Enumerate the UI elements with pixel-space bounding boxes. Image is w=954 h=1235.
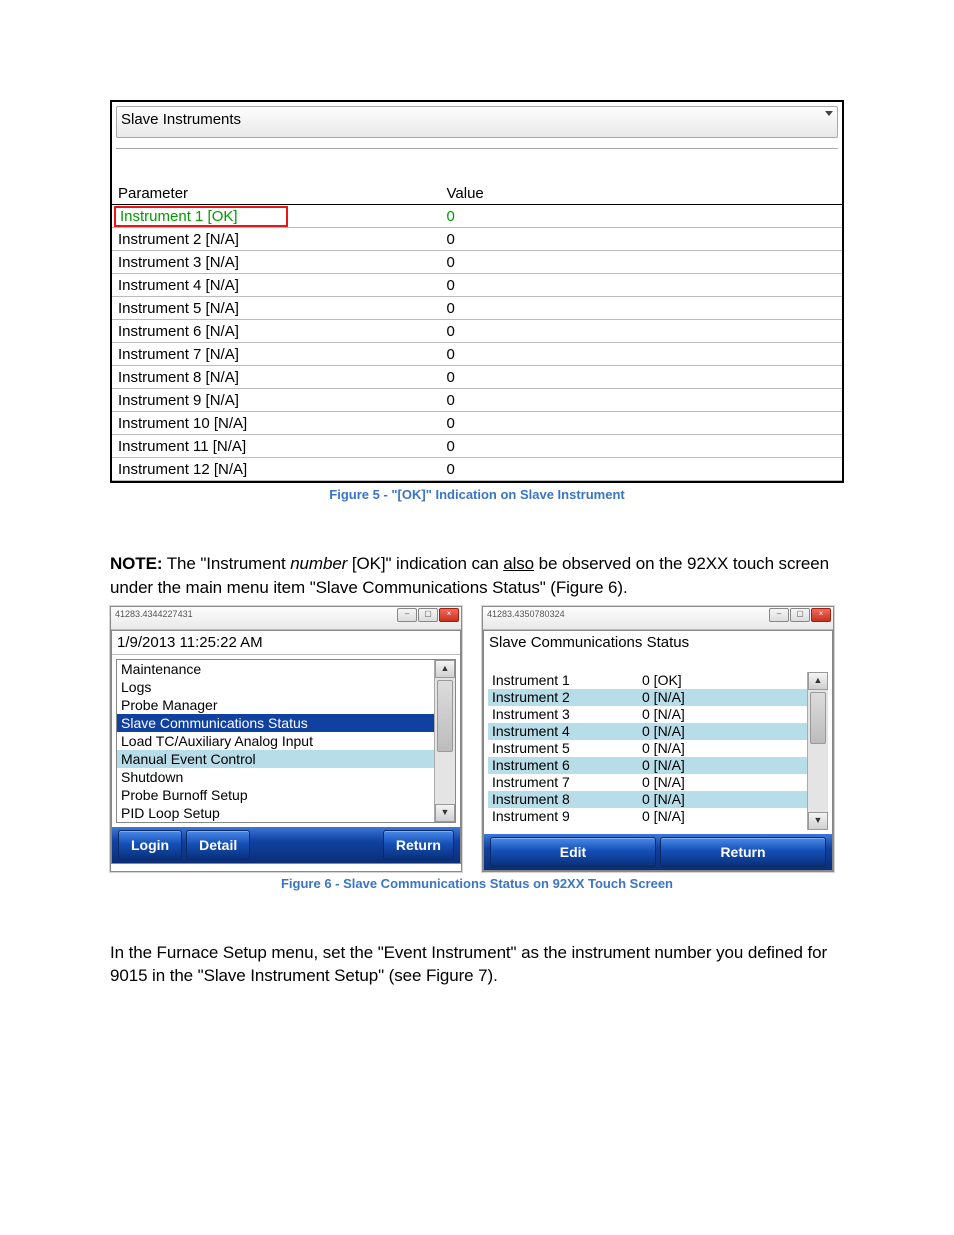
furnace-setup-paragraph: In the Furnace Setup menu, set the "Even… (110, 941, 844, 989)
list-item[interactable]: Instrument 50 [N/A] (488, 740, 808, 757)
spacer (116, 148, 838, 183)
highlighted-instrument: Instrument 1 [OK] (114, 206, 288, 227)
scroll-thumb[interactable] (810, 692, 826, 744)
table-row[interactable]: Instrument 2 [N/A]0 (112, 228, 842, 251)
note-paragraph: NOTE: The "Instrument number [OK]" indic… (110, 552, 844, 600)
scrollbar[interactable]: ▲ ▼ (434, 660, 455, 822)
menu-item[interactable]: Shutdown (117, 768, 435, 786)
table-row[interactable]: Instrument 8 [N/A]0 (112, 366, 842, 389)
menu-item[interactable]: Manual Event Control (117, 750, 435, 768)
list-item[interactable]: Instrument 70 [N/A] (488, 774, 808, 791)
menu-item[interactable]: Maintenance (117, 660, 435, 678)
scroll-up-icon[interactable]: ▲ (808, 672, 828, 690)
window-id: 41283.4350780324 (487, 609, 565, 619)
list-item[interactable]: Instrument 30 [N/A] (488, 706, 808, 723)
edit-button[interactable]: Edit (490, 837, 656, 867)
instrument-table: Parameter Value Instrument 1 [OK]0Instru… (112, 183, 842, 481)
figure6-panels: 41283.4344227431 – ▢ × 1/9/2013 11:25:22… (110, 606, 844, 872)
window-id: 41283.4344227431 (115, 609, 193, 619)
detail-button[interactable]: Detail (186, 830, 250, 860)
table-row[interactable]: Instrument 4 [N/A]0 (112, 274, 842, 297)
scroll-down-icon[interactable]: ▼ (435, 804, 455, 822)
window-titlebar[interactable]: 41283.4344227431 – ▢ × (111, 607, 461, 630)
return-button[interactable]: Return (383, 830, 454, 860)
scroll-thumb[interactable] (437, 680, 453, 752)
menu-item[interactable]: Load TC/Auxiliary Analog Input (117, 732, 435, 750)
table-row[interactable]: Instrument 6 [N/A]0 (112, 320, 842, 343)
login-button[interactable]: Login (118, 830, 182, 860)
table-row[interactable]: Instrument 1 [OK]0 (112, 205, 842, 228)
scrollbar[interactable]: ▲ ▼ (807, 672, 828, 830)
chevron-down-icon (825, 111, 833, 116)
col-value: Value (441, 183, 843, 205)
figure6-caption: Figure 6 - Slave Communications Status o… (110, 876, 844, 891)
close-icon[interactable]: × (811, 608, 831, 622)
list-item[interactable]: Instrument 10 [OK] (488, 672, 808, 689)
maximize-icon[interactable]: ▢ (790, 608, 810, 622)
menu-item[interactable]: Probe Manager (117, 696, 435, 714)
slave-comm-status-window: 41283.4350780324 – ▢ × Slave Communicati… (482, 606, 834, 872)
table-row[interactable]: Instrument 10 [N/A]0 (112, 412, 842, 435)
menu-item[interactable]: Logs (117, 678, 435, 696)
col-parameter: Parameter (112, 183, 441, 205)
minimize-icon[interactable]: – (769, 608, 789, 622)
table-row[interactable]: Instrument 3 [N/A]0 (112, 251, 842, 274)
close-icon[interactable]: × (439, 608, 459, 622)
table-row[interactable]: Instrument 11 [N/A]0 (112, 435, 842, 458)
slave-instruments-dropdown[interactable]: Slave Instruments (116, 106, 838, 138)
return-button[interactable]: Return (660, 837, 826, 867)
list-item[interactable]: Instrument 40 [N/A] (488, 723, 808, 740)
note-lead: NOTE: (110, 554, 162, 573)
scroll-up-icon[interactable]: ▲ (435, 660, 455, 678)
dropdown-label: Slave Instruments (121, 111, 241, 128)
window-titlebar[interactable]: 41283.4350780324 – ▢ × (483, 607, 833, 630)
scroll-down-icon[interactable]: ▼ (808, 812, 828, 830)
menu-item[interactable]: PID Loop Setup (117, 804, 435, 822)
touchscreen-menu-window: 41283.4344227431 – ▢ × 1/9/2013 11:25:22… (110, 606, 462, 872)
table-row[interactable]: Instrument 9 [N/A]0 (112, 389, 842, 412)
minimize-icon[interactable]: – (397, 608, 417, 622)
maximize-icon[interactable]: ▢ (418, 608, 438, 622)
list-item[interactable]: Instrument 90 [N/A] (488, 808, 808, 825)
table-row[interactable]: Instrument 12 [N/A]0 (112, 458, 842, 481)
list-item[interactable]: Instrument 60 [N/A] (488, 757, 808, 774)
table-row[interactable]: Instrument 7 [N/A]0 (112, 343, 842, 366)
figure5-panel: Slave Instruments Parameter Value Instru… (110, 100, 844, 483)
menu-item[interactable]: Slave Communications Status (117, 714, 435, 732)
list-item[interactable]: Instrument 80 [N/A] (488, 791, 808, 808)
list-item[interactable]: Instrument 20 [N/A] (488, 689, 808, 706)
panel-title: Slave Communications Status (484, 631, 832, 654)
table-row[interactable]: Instrument 5 [N/A]0 (112, 297, 842, 320)
menu-item[interactable]: Probe Burnoff Setup (117, 786, 435, 804)
figure5-caption: Figure 5 - "[OK]" Indication on Slave In… (110, 487, 844, 502)
timestamp: 1/9/2013 11:25:22 AM (112, 631, 460, 655)
